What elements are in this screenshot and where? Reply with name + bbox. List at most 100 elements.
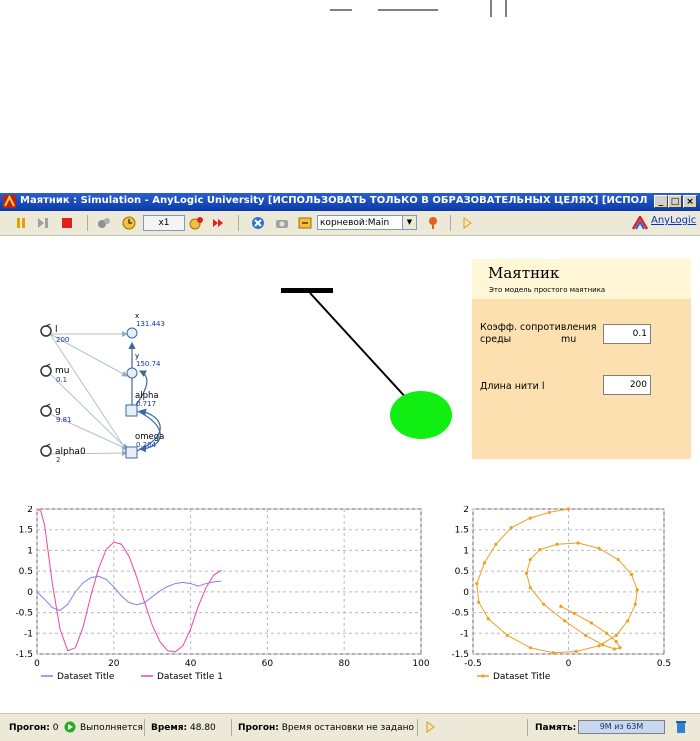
data-point bbox=[563, 619, 567, 623]
legend-label: Dataset Title bbox=[493, 672, 551, 682]
memory-bar: 9M из 63M bbox=[578, 720, 665, 734]
faster-icon[interactable] bbox=[211, 215, 227, 231]
svg-text:mu: mu bbox=[55, 366, 69, 376]
variable-x[interactable]: x 131.443 bbox=[126, 312, 165, 339]
l-field[interactable]: 200 bbox=[603, 375, 651, 395]
pendulum-animation: l 200 mu 0.1 g 9.81 alpha0 2 x 131.443 y… bbox=[40, 288, 452, 464]
play-small-icon[interactable] bbox=[459, 215, 475, 231]
stop-time-status: Прогон: Время остановки не задано bbox=[238, 723, 414, 733]
x-tick-label: 80 bbox=[338, 659, 350, 669]
data-point bbox=[555, 542, 559, 546]
parameter-mu[interactable]: mu 0.1 bbox=[40, 363, 69, 384]
title-bar[interactable]: Маятник : Simulation - AnyLogic Universi… bbox=[0, 193, 700, 211]
svg-text:9.81: 9.81 bbox=[56, 416, 72, 424]
data-point bbox=[528, 557, 532, 562]
data-point bbox=[629, 572, 634, 577]
svg-text:131.443: 131.443 bbox=[136, 320, 165, 328]
y-tick-label: -1 bbox=[24, 629, 33, 639]
model-icon[interactable] bbox=[250, 215, 266, 231]
parameter-g[interactable]: g 9.81 bbox=[40, 403, 72, 424]
toolbar: x1 корневой:Main ▼ AnyLogic bbox=[0, 211, 700, 236]
svg-text:0.204: 0.204 bbox=[136, 441, 157, 449]
time-readout: Время: 48.80 bbox=[151, 723, 216, 733]
stock-alpha[interactable]: alpha 0.717 bbox=[125, 391, 159, 417]
data-point bbox=[589, 621, 594, 625]
camera-icon[interactable] bbox=[274, 215, 290, 231]
navigate-icon[interactable] bbox=[297, 215, 313, 231]
data-point bbox=[626, 619, 630, 623]
data-point bbox=[601, 643, 605, 647]
step-icon[interactable] bbox=[35, 215, 51, 231]
svg-text:0.1: 0.1 bbox=[56, 376, 67, 384]
data-point bbox=[547, 510, 551, 514]
panel-body: Коэфф. сопротивления среды mu 0.1 Длина … bbox=[472, 299, 691, 459]
data-point bbox=[475, 581, 479, 586]
minimize-button[interactable]: _ bbox=[654, 195, 668, 208]
pendulum-bob bbox=[390, 391, 452, 439]
running-icon bbox=[64, 721, 76, 733]
mu-field[interactable]: 0.1 bbox=[603, 324, 651, 344]
maximize-button[interactable]: □ bbox=[668, 195, 682, 208]
l-label: Длина нити l bbox=[480, 381, 545, 392]
y-tick-label: -1 bbox=[460, 629, 469, 639]
data-point bbox=[486, 617, 490, 621]
parameter-alpha0[interactable]: alpha0 2 bbox=[40, 443, 86, 464]
realtime-icon[interactable] bbox=[96, 215, 112, 231]
data-point bbox=[635, 588, 639, 592]
svg-text:150.74: 150.74 bbox=[136, 360, 161, 368]
anylogic-logo-icon bbox=[632, 216, 648, 230]
panel-subtitle: Это модель простого маятника bbox=[489, 286, 606, 294]
data-point bbox=[576, 541, 580, 545]
chevron-down-icon[interactable]: ▼ bbox=[402, 216, 416, 229]
clock-icon[interactable] bbox=[121, 215, 137, 231]
close-button[interactable]: × bbox=[683, 195, 697, 208]
data-point bbox=[618, 646, 622, 650]
y-tick-label: -0.5 bbox=[15, 609, 33, 619]
legend-label: Dataset Title 1 bbox=[157, 672, 223, 682]
experiment-select[interactable]: корневой:Main ▼ bbox=[317, 215, 417, 230]
data-point bbox=[524, 571, 529, 575]
slower-icon[interactable] bbox=[188, 215, 204, 231]
speed-field[interactable]: x1 bbox=[143, 215, 185, 231]
legend-marker bbox=[481, 674, 485, 678]
pause-icon[interactable] bbox=[13, 215, 29, 231]
window-title: Маятник : Simulation - AnyLogic Universi… bbox=[20, 195, 648, 206]
data-point bbox=[584, 633, 588, 637]
x-tick-label: 0 bbox=[34, 659, 40, 669]
data-point bbox=[612, 647, 616, 651]
svg-text:x: x bbox=[135, 312, 139, 320]
stock-omega[interactable]: omega 0.204 bbox=[125, 432, 164, 459]
data-point bbox=[572, 611, 576, 615]
x-tick-label: 0.5 bbox=[657, 659, 671, 669]
garbage-collect-icon[interactable] bbox=[675, 719, 687, 734]
run-status: Прогон: 0 bbox=[9, 723, 59, 733]
y-tick-label: 1.5 bbox=[19, 526, 33, 536]
svg-text:g: g bbox=[55, 406, 61, 416]
data-point bbox=[538, 548, 542, 552]
model-canvas: l 200 mu 0.1 g 9.81 alpha0 2 x 131.443 y… bbox=[0, 236, 700, 713]
x-tick-label: 60 bbox=[262, 659, 274, 669]
data-point bbox=[605, 631, 609, 635]
pendulum-string bbox=[309, 292, 421, 414]
stop-icon[interactable] bbox=[59, 215, 75, 231]
x-tick-label: 100 bbox=[412, 659, 429, 669]
y-tick-label: -1.5 bbox=[451, 650, 469, 660]
data-point bbox=[509, 526, 513, 530]
data-point bbox=[528, 516, 532, 520]
data-point bbox=[616, 557, 620, 562]
data-point bbox=[542, 602, 546, 606]
locate-icon[interactable] bbox=[425, 215, 441, 231]
document-fragment bbox=[0, 0, 700, 30]
svg-text:200: 200 bbox=[56, 336, 69, 344]
x-tick-label: 40 bbox=[185, 659, 197, 669]
anylogic-link[interactable]: AnyLogic bbox=[651, 215, 696, 226]
y-tick-label: 0.5 bbox=[19, 567, 33, 577]
svg-text:y: y bbox=[135, 352, 139, 360]
y-tick-label: -1.5 bbox=[15, 650, 33, 660]
y-tick-label: 0 bbox=[27, 588, 33, 598]
y-tick-label: 2 bbox=[463, 506, 469, 515]
mu-label-line1: Коэфф. сопротивления bbox=[480, 322, 597, 333]
time-series-chart: 0 20 40 60 80 100 2 1.5 1 0.5 0 -0.5 -1 -1.5 Dataset T… bbox=[15, 506, 429, 682]
mu-label-line2: среды bbox=[480, 334, 512, 345]
play-icon[interactable] bbox=[425, 721, 435, 733]
